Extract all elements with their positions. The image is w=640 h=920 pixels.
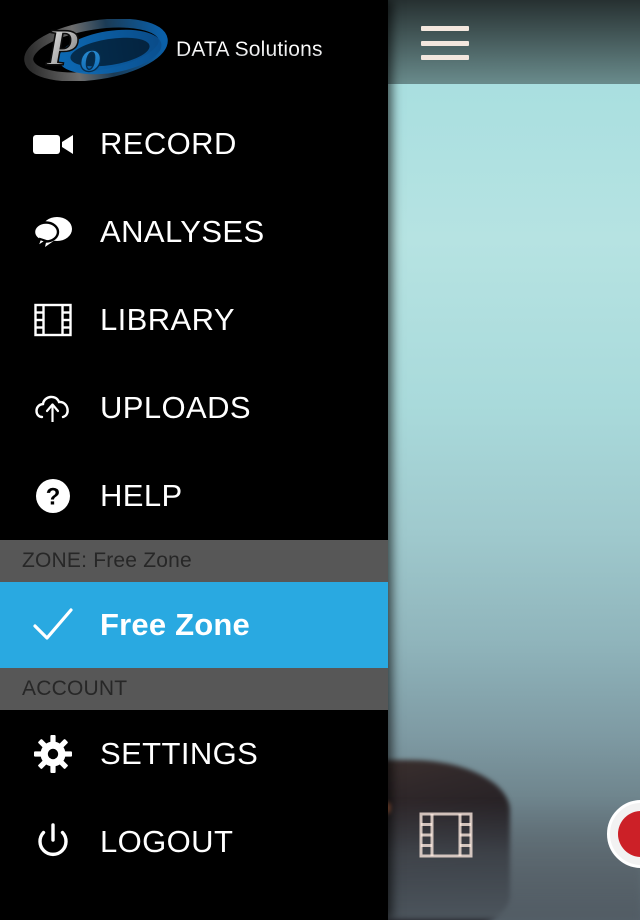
cloud-upload-icon	[22, 391, 84, 425]
po-logo-icon: P o	[24, 18, 168, 82]
sidebar-item-free-zone[interactable]: Free Zone	[0, 582, 388, 668]
sidebar-item-label: LOGOUT	[100, 824, 234, 859]
sidebar-item-library[interactable]: LIBRARY	[0, 276, 388, 364]
sidebar-item-label: RECORD	[100, 126, 237, 161]
sidebar-item-label: Free Zone	[100, 607, 250, 642]
sidebar-item-label: LIBRARY	[100, 302, 235, 337]
section-header-zone: ZONE: Free Zone	[0, 540, 388, 582]
sidebar-item-label: ANALYSES	[100, 214, 265, 249]
po-logo: P o	[24, 18, 172, 82]
sidebar-item-settings[interactable]: SETTINGS	[0, 710, 388, 798]
sidebar-item-logout[interactable]: LOGOUT	[0, 798, 388, 886]
sidebar-item-record[interactable]: RECORD	[0, 100, 388, 188]
hamburger-bar-3	[421, 55, 469, 60]
svg-text:?: ?	[46, 484, 61, 511]
hamburger-bar-2	[421, 40, 469, 46]
power-icon	[22, 823, 84, 861]
hamburger-bar-1	[421, 26, 469, 31]
gear-icon	[22, 735, 84, 773]
sidebar-item-help[interactable]: ? HELP	[0, 452, 388, 540]
hamburger-menu-icon[interactable]	[421, 26, 469, 60]
brand-header: P o DATA Solutions	[0, 0, 388, 100]
checkmark-icon	[22, 606, 84, 644]
sidebar-item-label: UPLOADS	[100, 390, 251, 425]
video-camera-icon	[22, 131, 84, 157]
svg-text:P: P	[45, 20, 79, 77]
speech-bubbles-icon	[22, 215, 84, 249]
section-header-account: ACCOUNT	[0, 668, 388, 710]
film-strip-icon	[419, 812, 473, 858]
record-circle-icon	[618, 811, 640, 857]
sidebar-item-analyses[interactable]: ANALYSES	[0, 188, 388, 276]
app-root: P o DATA Solutions RECORD ANALYSES LIBRA…	[0, 0, 640, 920]
sidebar-item-label: SETTINGS	[100, 736, 259, 771]
navigation-drawer: P o DATA Solutions RECORD ANALYSES LIBRA…	[0, 0, 388, 920]
filmstrip-button[interactable]	[419, 811, 473, 859]
brand-name: DATA Solutions	[176, 38, 323, 61]
sidebar-item-uploads[interactable]: UPLOADS	[0, 364, 388, 452]
question-circle-icon: ?	[22, 477, 84, 515]
sidebar-item-label: HELP	[100, 478, 183, 513]
film-strip-icon	[22, 303, 84, 337]
svg-text:o: o	[80, 32, 102, 81]
